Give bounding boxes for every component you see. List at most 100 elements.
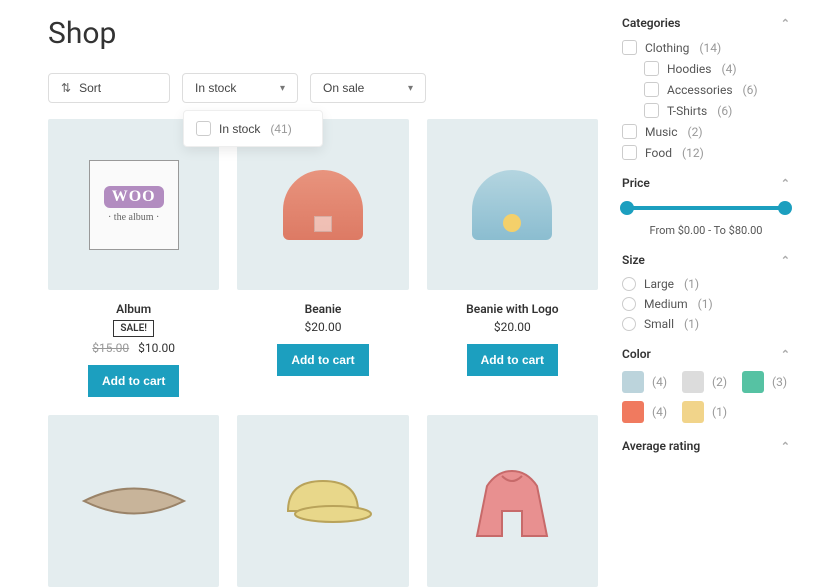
- size-item-small[interactable]: Small (1): [622, 317, 790, 331]
- woo-logo: WOO: [104, 186, 164, 208]
- size-count: (1): [684, 277, 699, 291]
- category-item-tshirts[interactable]: T-Shirts(6): [644, 103, 790, 118]
- checkbox[interactable]: [644, 103, 659, 118]
- product-name[interactable]: Beanie: [237, 302, 408, 316]
- category-item-accessories[interactable]: Accessories (6): [644, 82, 790, 97]
- beanie-illustration: [283, 170, 363, 240]
- add-to-cart-button[interactable]: Add to cart: [467, 344, 558, 376]
- size-count: (1): [698, 297, 713, 311]
- category-count: (6): [743, 83, 758, 97]
- color-swatch-item[interactable]: (4): [622, 371, 670, 393]
- category-item-hoodies[interactable]: Hoodies (4): [644, 61, 790, 76]
- price-range-text: From $0.00 - To $80.00: [622, 224, 790, 237]
- product-image[interactable]: [48, 415, 219, 586]
- sort-button[interactable]: ⇅ Sort: [48, 73, 170, 103]
- belt-illustration: [79, 471, 189, 531]
- sort-label: Sort: [79, 81, 101, 95]
- product-name[interactable]: Beanie with Logo: [427, 302, 598, 316]
- checkbox[interactable]: [622, 40, 637, 55]
- section-title: Color: [622, 347, 651, 361]
- cap-illustration: [273, 466, 373, 536]
- product-card: Beanie with Logo $20.00 Add to cart: [427, 119, 598, 397]
- dropdown-item-label: In stock: [219, 122, 260, 136]
- size-label: Small: [644, 317, 674, 331]
- product-image[interactable]: [427, 415, 598, 586]
- color-header[interactable]: Color ⌃: [622, 347, 790, 361]
- section-title: Price: [622, 176, 650, 190]
- price-row: $15.00 $10.00: [48, 341, 219, 355]
- add-to-cart-button[interactable]: Add to cart: [277, 344, 368, 376]
- sale-label: On sale: [323, 81, 364, 95]
- color-count: (1): [712, 405, 727, 419]
- color-swatch-item[interactable]: (3): [742, 371, 790, 393]
- radio[interactable]: [622, 317, 636, 331]
- rating-header[interactable]: Average rating ⌃: [622, 439, 790, 453]
- price: $20.00: [494, 320, 531, 334]
- product-card: Beanie $20.00 Add to cart: [237, 119, 408, 397]
- category-label: Food: [645, 146, 672, 160]
- color-swatch[interactable]: [622, 371, 644, 393]
- dropdown-item-count: (41): [270, 122, 291, 136]
- category-item-food[interactable]: Food (12): [622, 145, 790, 160]
- color-grid: (4) (2) (3) (4) (1): [622, 371, 790, 423]
- radio[interactable]: [622, 297, 636, 311]
- product-card: [48, 415, 219, 586]
- price-row: $20.00: [427, 320, 598, 334]
- category-count: (12): [682, 146, 704, 160]
- size-header[interactable]: Size ⌃: [622, 253, 790, 267]
- color-swatch-item[interactable]: (4): [622, 401, 670, 423]
- sort-icon: ⇅: [61, 81, 71, 95]
- category-label: T-Shirts: [667, 104, 707, 118]
- stock-dropdown: In stock (41): [183, 110, 323, 147]
- checkbox[interactable]: [622, 145, 637, 160]
- price-slider[interactable]: [624, 200, 788, 216]
- size-label: Medium: [644, 297, 688, 311]
- chevron-up-icon: ⌃: [781, 177, 790, 190]
- chevron-down-icon: ▾: [280, 83, 285, 94]
- product-grid: WOO · the album · Album SALE! $15.00 $10…: [48, 119, 598, 587]
- price: $10.00: [138, 341, 175, 355]
- category-count: (4): [722, 62, 737, 76]
- category-count: (14): [699, 41, 721, 55]
- category-label: Accessories: [667, 83, 733, 97]
- stock-filter-button[interactable]: In stock ▾ In stock (41): [182, 73, 298, 103]
- categories-header[interactable]: Categories ⌃: [622, 16, 790, 30]
- chevron-up-icon: ⌃: [781, 348, 790, 361]
- product-card: [237, 415, 408, 586]
- color-swatch[interactable]: [742, 371, 764, 393]
- checkbox[interactable]: [644, 82, 659, 97]
- price-header[interactable]: Price ⌃: [622, 176, 790, 190]
- product-image[interactable]: [237, 415, 408, 586]
- checkbox[interactable]: [196, 121, 211, 136]
- category-label: Music: [645, 125, 677, 139]
- chevron-up-icon: ⌃: [781, 254, 790, 267]
- color-swatch-item[interactable]: (1): [682, 401, 730, 423]
- color-count: (4): [652, 405, 667, 419]
- section-title: Categories: [622, 16, 680, 30]
- add-to-cart-button[interactable]: Add to cart: [88, 365, 179, 397]
- stock-dropdown-item[interactable]: In stock (41): [196, 121, 310, 136]
- chevron-up-icon: ⌃: [781, 17, 790, 30]
- chevron-down-icon: ▾: [408, 83, 413, 94]
- category-item-music[interactable]: Music(2): [622, 124, 790, 139]
- slider-handle-min[interactable]: [620, 201, 634, 215]
- checkbox[interactable]: [622, 124, 637, 139]
- color-swatch[interactable]: [682, 401, 704, 423]
- category-item-clothing[interactable]: Clothing(14): [622, 40, 790, 55]
- color-count: (2): [712, 375, 727, 389]
- radio[interactable]: [622, 277, 636, 291]
- color-swatch[interactable]: [622, 401, 644, 423]
- category-label: Hoodies: [667, 62, 712, 76]
- sale-filter-button[interactable]: On sale ▾: [310, 73, 426, 103]
- checkbox[interactable]: [644, 61, 659, 76]
- size-count: (1): [684, 317, 699, 331]
- size-item-medium[interactable]: Medium (1): [622, 297, 790, 311]
- color-swatch[interactable]: [682, 371, 704, 393]
- color-swatch-item[interactable]: (2): [682, 371, 730, 393]
- product-name[interactable]: Album: [48, 302, 219, 316]
- product-card: [427, 415, 598, 586]
- product-image[interactable]: [427, 119, 598, 290]
- slider-handle-max[interactable]: [778, 201, 792, 215]
- size-item-large[interactable]: Large(1): [622, 277, 790, 291]
- filter-sidebar: Categories ⌃ Clothing(14) Hoodies (4) Acc…: [622, 16, 790, 587]
